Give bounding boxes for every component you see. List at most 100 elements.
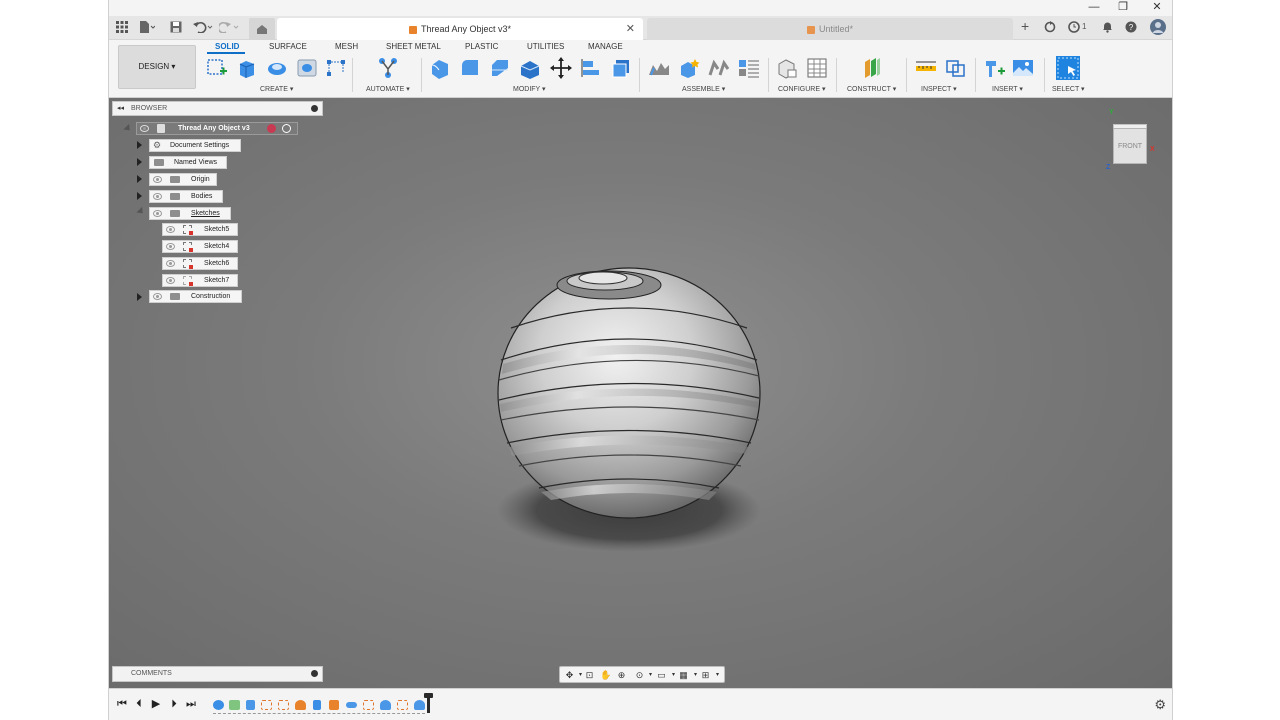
timeline-feature-coil[interactable] <box>246 700 255 710</box>
chamfer-icon[interactable] <box>489 57 511 79</box>
timeline-feature-extrude[interactable] <box>313 700 321 710</box>
display-settings-icon[interactable]: ▭ <box>656 670 667 680</box>
close-tab-button[interactable]: ✕ <box>626 18 635 40</box>
expand-construction[interactable] <box>137 293 142 301</box>
visibility-eye-icon[interactable] <box>140 125 149 132</box>
collapse-panel-icon[interactable]: ◂◂ <box>117 102 124 115</box>
interference-icon[interactable] <box>945 57 967 79</box>
tab-mesh[interactable]: MESH <box>335 42 358 51</box>
threaded-sphere-model[interactable] <box>479 248 779 568</box>
timeline-marker[interactable] <box>424 693 433 713</box>
expand-origin[interactable] <box>137 175 142 183</box>
app-grid-icon[interactable] <box>116 21 128 33</box>
canvas-viewport[interactable]: ◂◂ BROWSER Thread Any Object v3 ⚙ Docume… <box>109 98 1172 688</box>
automate-icon[interactable] <box>377 57 399 79</box>
play-icon[interactable]: ▶ <box>150 698 162 710</box>
measure-icon[interactable] <box>915 57 937 79</box>
group-select[interactable]: SELECT ▾ <box>1052 85 1085 93</box>
create-sketch-icon[interactable] <box>205 57 227 79</box>
timeline-feature-combine[interactable] <box>329 700 339 710</box>
minimize-panel-button[interactable] <box>311 105 318 112</box>
configure-icon[interactable] <box>776 57 798 79</box>
look-at-icon[interactable]: ⊡ <box>584 670 595 680</box>
timeline-feature-revolve[interactable] <box>295 700 306 710</box>
align-icon[interactable] <box>580 57 602 79</box>
insert-canvas-icon[interactable] <box>1012 57 1034 79</box>
group-automate[interactable]: AUTOMATE ▾ <box>366 85 410 93</box>
shell-icon[interactable] <box>519 57 541 79</box>
prev-icon[interactable]: ⏴ <box>133 698 145 710</box>
pattern-icon[interactable] <box>325 57 347 79</box>
physical-material-icon[interactable] <box>610 57 632 79</box>
restore-button[interactable]: ❐ <box>1111 0 1135 16</box>
expand-named-views[interactable] <box>137 158 142 166</box>
timeline-feature-sweep[interactable] <box>346 702 357 708</box>
fillet-icon[interactable] <box>459 57 481 79</box>
tab-thread-any-object[interactable]: Thread Any Object v3* ✕ <box>277 18 643 40</box>
close-window-button[interactable]: ✕ <box>1145 0 1169 16</box>
tab-surface[interactable]: SURFACE <box>269 42 307 51</box>
group-inspect[interactable]: INSPECT ▾ <box>921 85 957 93</box>
as-built-joint-icon[interactable] <box>708 57 730 79</box>
tree-item-origin[interactable]: Origin <box>149 173 217 186</box>
new-tab-button[interactable]: + <box>1021 18 1029 34</box>
group-configure[interactable]: CONFIGURE ▾ <box>778 85 825 93</box>
help-icon[interactable]: ? <box>1125 21 1137 33</box>
new-component-icon[interactable] <box>648 57 670 79</box>
timeline-feature-sphere[interactable] <box>213 700 224 710</box>
tab-utilities[interactable]: UTILITIES <box>527 42 564 51</box>
gear-icon[interactable]: ⚙ <box>1154 697 1166 713</box>
tab-solid[interactable]: SOLID <box>215 42 239 51</box>
tree-item-construction[interactable]: Construction <box>149 290 242 303</box>
redo-icon[interactable] <box>219 21 239 33</box>
tree-item-sketch6[interactable]: Sketch6 <box>162 257 238 270</box>
timeline-feature-sweep[interactable] <box>380 700 391 710</box>
select-icon[interactable] <box>1055 55 1081 81</box>
tree-item-bodies[interactable]: Bodies <box>149 190 223 203</box>
workspace-switcher[interactable]: DESIGN ▾ <box>118 45 196 89</box>
joint-icon[interactable] <box>678 57 700 79</box>
extrude-icon[interactable] <box>236 57 258 79</box>
timeline-feature-sketch[interactable] <box>397 700 408 710</box>
group-modify[interactable]: MODIFY ▾ <box>513 85 546 93</box>
add-comment-button[interactable] <box>311 670 318 677</box>
timeline-feature-sketch[interactable] <box>261 700 272 710</box>
orbit-icon[interactable]: ✥ <box>564 670 575 680</box>
move-copy-icon[interactable] <box>550 57 572 79</box>
tree-item-sketch4[interactable]: Sketch4 <box>162 240 238 253</box>
tree-item-sketch5[interactable]: Sketch5 <box>162 223 238 236</box>
visibility-eye-icon[interactable] <box>153 193 162 200</box>
minimize-button[interactable]: — <box>1082 0 1106 16</box>
visibility-eye-icon[interactable] <box>166 243 175 250</box>
visibility-eye-icon[interactable] <box>166 260 175 267</box>
viewports-icon[interactable]: ⊞ <box>700 670 711 680</box>
tab-plastic[interactable]: PLASTIC <box>465 42 498 51</box>
group-insert[interactable]: INSERT ▾ <box>992 85 1023 93</box>
tree-item-sketch7[interactable]: Sketch7 <box>162 274 238 287</box>
view-cube-front-face[interactable]: FRONT <box>1113 128 1147 164</box>
group-assemble[interactable]: ASSEMBLE ▾ <box>682 85 725 93</box>
revolve-icon[interactable] <box>266 57 288 79</box>
press-pull-icon[interactable] <box>429 57 451 79</box>
next-icon[interactable]: ⏵ <box>168 698 180 710</box>
tab-untitled[interactable]: Untitled* <box>647 18 1013 40</box>
timeline-feature-sketch[interactable] <box>363 700 374 710</box>
file-menu-icon[interactable] <box>139 21 155 33</box>
timeline-feature-plane[interactable] <box>229 700 240 710</box>
view-cube[interactable]: FRONT <box>1111 124 1147 164</box>
undo-icon[interactable] <box>193 21 213 33</box>
visibility-eye-icon[interactable] <box>153 176 162 183</box>
timeline-feature-sweep[interactable] <box>414 700 425 710</box>
tree-item-named-views[interactable]: Named Views <box>149 156 227 169</box>
last-icon[interactable]: ⏭ <box>185 698 197 710</box>
job-status-icon[interactable] <box>1068 21 1080 33</box>
insert-derive-icon[interactable] <box>984 57 1006 79</box>
motion-link-icon[interactable] <box>738 57 760 79</box>
fit-dropdown-icon[interactable]: ▾ <box>645 670 656 680</box>
hole-icon[interactable] <box>296 57 318 79</box>
notifications-icon[interactable] <box>1102 21 1113 33</box>
expand-sketches[interactable] <box>136 206 146 217</box>
comments-panel[interactable]: COMMENTS <box>112 666 323 682</box>
tab-sheet-metal[interactable]: SHEET METAL <box>386 42 441 51</box>
timeline-feature-sketch[interactable] <box>278 700 289 710</box>
